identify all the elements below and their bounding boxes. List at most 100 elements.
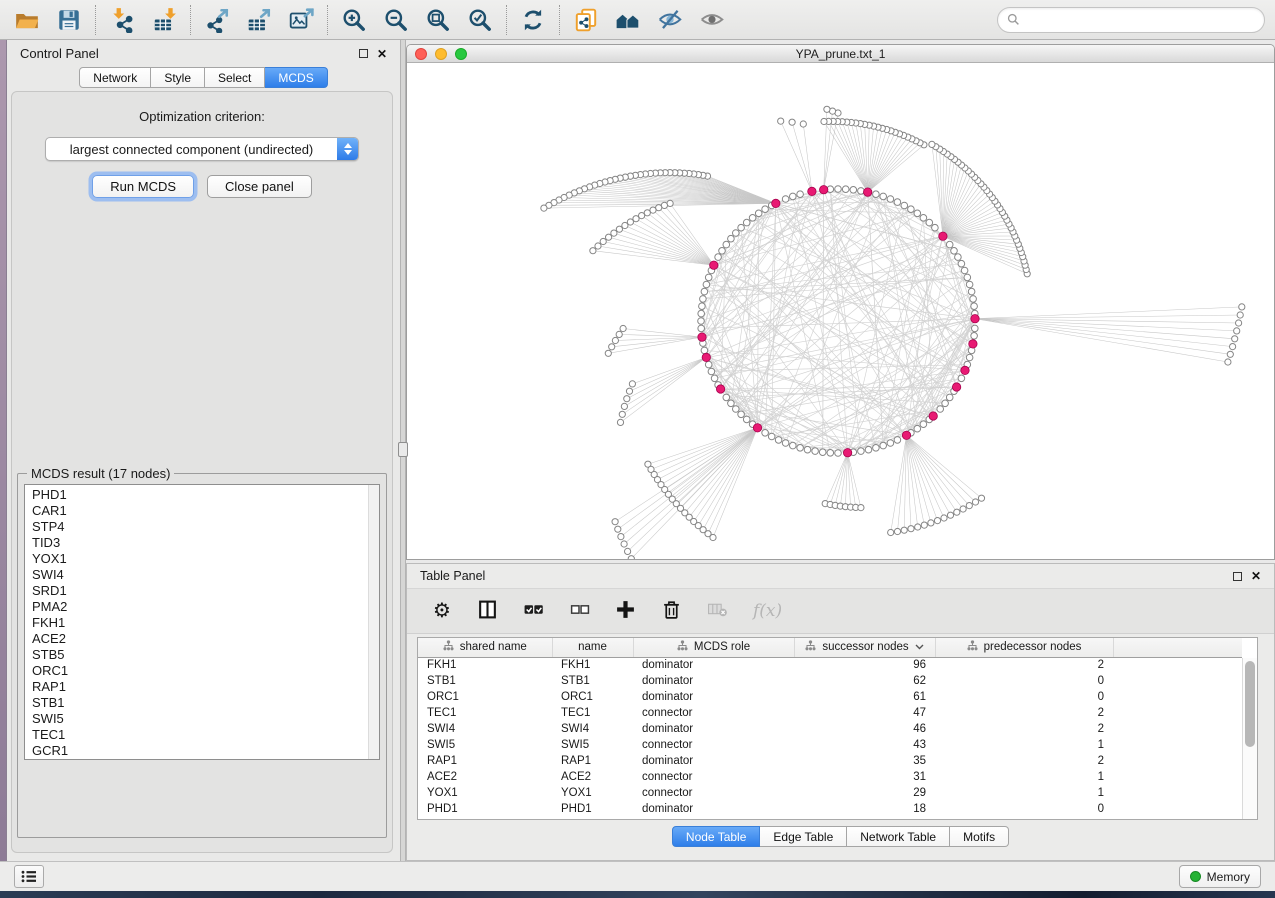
mcds-node[interactable] xyxy=(952,383,960,391)
mcds-node[interactable] xyxy=(961,366,969,374)
hide-selected-button[interactable] xyxy=(657,7,683,33)
tab-node-table[interactable]: Node Table xyxy=(672,826,761,847)
cell-successor-nodes[interactable]: 31 xyxy=(794,769,935,785)
export-image-button[interactable] xyxy=(288,7,314,33)
mcds-node[interactable] xyxy=(753,424,761,432)
float-panel-icon[interactable] xyxy=(359,49,368,58)
mcds-node[interactable] xyxy=(939,232,947,240)
panel-splitter[interactable] xyxy=(400,40,406,861)
cell-predecessor-nodes[interactable]: 1 xyxy=(935,769,1113,785)
memory-button[interactable]: Memory xyxy=(1179,865,1261,888)
select-all-button[interactable] xyxy=(523,599,544,623)
task-history-button[interactable] xyxy=(14,865,44,888)
mcds-result-item[interactable]: STP4 xyxy=(32,519,365,535)
cell-successor-nodes[interactable]: 35 xyxy=(794,753,935,769)
cell-successor-nodes[interactable]: 96 xyxy=(794,657,935,673)
cell-name[interactable]: SWI4 xyxy=(552,721,633,737)
import-table-button[interactable] xyxy=(151,7,177,33)
mcds-node[interactable] xyxy=(971,315,979,323)
splitter-handle[interactable] xyxy=(398,442,408,457)
cell-name[interactable]: ACE2 xyxy=(552,769,633,785)
cell-MCDS-role[interactable]: connector xyxy=(633,769,794,785)
search-input[interactable] xyxy=(1025,13,1255,27)
mcds-result-item[interactable]: SRD1 xyxy=(32,583,365,599)
cell-shared-name[interactable]: RAP1 xyxy=(418,753,552,769)
network-window-titlebar[interactable]: YPA_prune.txt_1 xyxy=(407,45,1274,63)
mcds-node[interactable] xyxy=(716,385,724,393)
table-row[interactable]: SWI5SWI5connector431 xyxy=(418,737,1242,753)
cell-predecessor-nodes[interactable]: 1 xyxy=(935,785,1113,801)
mcds-node[interactable] xyxy=(864,188,872,196)
cell-predecessor-nodes[interactable]: 2 xyxy=(935,657,1113,673)
zoom-out-button[interactable] xyxy=(383,7,409,33)
save-button[interactable] xyxy=(56,7,82,33)
cell-shared-name[interactable]: SWI5 xyxy=(418,737,552,753)
mcds-result-item[interactable]: PHD1 xyxy=(32,487,365,503)
table-row[interactable]: ACE2ACE2connector311 xyxy=(418,769,1242,785)
mcds-node[interactable] xyxy=(710,261,718,269)
zoom-fit-button[interactable] xyxy=(425,7,451,33)
close-panel-button[interactable]: Close panel xyxy=(207,175,312,198)
cell-MCDS-role[interactable]: dominator xyxy=(633,801,794,817)
mcds-result-item[interactable]: RAP1 xyxy=(32,679,365,695)
column-header-name[interactable]: name xyxy=(552,638,633,657)
mcds-result-item[interactable]: GCR1 xyxy=(32,743,365,759)
column-header-shared-name[interactable]: shared name xyxy=(418,638,552,657)
cell-shared-name[interactable]: PHD1 xyxy=(418,801,552,817)
cell-successor-nodes[interactable]: 43 xyxy=(794,737,935,753)
delete-button[interactable] xyxy=(661,599,682,623)
column-header-predecessor-nodes[interactable]: predecessor nodes xyxy=(935,638,1113,657)
cell-MCDS-role[interactable]: dominator xyxy=(633,689,794,705)
tab-mcds[interactable]: MCDS xyxy=(265,67,327,88)
cell-predecessor-nodes[interactable]: 2 xyxy=(935,721,1113,737)
first-neighbors-button[interactable] xyxy=(615,7,641,33)
optimization-criterion-select[interactable]: largest connected component (undirected) xyxy=(45,137,359,161)
table-scrollbar-thumb[interactable] xyxy=(1245,661,1255,747)
table-scrollbar-track[interactable] xyxy=(1242,658,1257,819)
cell-predecessor-nodes[interactable]: 2 xyxy=(935,705,1113,721)
add-button[interactable] xyxy=(615,599,636,623)
cell-successor-nodes[interactable]: 47 xyxy=(794,705,935,721)
cell-successor-nodes[interactable]: 18 xyxy=(794,801,935,817)
tab-network-table[interactable]: Network Table xyxy=(847,826,950,847)
minimize-window-button[interactable] xyxy=(435,48,447,60)
clone-network-button[interactable] xyxy=(573,7,599,33)
table-row[interactable]: TEC1TEC1connector472 xyxy=(418,705,1242,721)
mcds-result-item[interactable]: PMA2 xyxy=(32,599,365,615)
cell-successor-nodes[interactable]: 62 xyxy=(794,673,935,689)
sort-chevron-icon[interactable] xyxy=(915,641,924,653)
table-row[interactable]: PHD1PHD1dominator180 xyxy=(418,801,1242,817)
show-all-button[interactable] xyxy=(699,7,725,33)
cell-shared-name[interactable]: FKH1 xyxy=(418,657,552,673)
close-table-panel-icon[interactable]: ✕ xyxy=(1251,570,1261,582)
table-row[interactable]: YOX1YOX1connector291 xyxy=(418,785,1242,801)
mcds-node[interactable] xyxy=(698,333,706,341)
mcds-result-item[interactable]: TEC1 xyxy=(32,727,365,743)
cell-shared-name[interactable]: STB1 xyxy=(418,673,552,689)
run-mcds-button[interactable]: Run MCDS xyxy=(92,175,194,198)
export-table-button[interactable] xyxy=(246,7,272,33)
table-row[interactable]: ORC1ORC1dominator610 xyxy=(418,689,1242,705)
table-row[interactable]: RAP1RAP1dominator352 xyxy=(418,753,1242,769)
cell-MCDS-role[interactable]: dominator xyxy=(633,673,794,689)
mcds-result-item[interactable]: STB5 xyxy=(32,647,365,663)
cell-shared-name[interactable]: YOX1 xyxy=(418,785,552,801)
mcds-node[interactable] xyxy=(929,412,937,420)
cell-predecessor-nodes[interactable]: 2 xyxy=(935,753,1113,769)
column-header-MCDS-role[interactable]: MCDS role xyxy=(633,638,794,657)
cell-predecessor-nodes[interactable]: 0 xyxy=(935,689,1113,705)
cell-MCDS-role[interactable]: dominator xyxy=(633,721,794,737)
mcds-node[interactable] xyxy=(902,431,910,439)
cell-shared-name[interactable]: TEC1 xyxy=(418,705,552,721)
mcds-node[interactable] xyxy=(969,340,977,348)
close-panel-icon[interactable]: ✕ xyxy=(377,48,387,60)
tab-select[interactable]: Select xyxy=(205,67,265,88)
cell-successor-nodes[interactable]: 61 xyxy=(794,689,935,705)
mcds-node[interactable] xyxy=(808,187,816,195)
table-row[interactable]: SWI4SWI4dominator462 xyxy=(418,721,1242,737)
mcds-node[interactable] xyxy=(702,353,710,361)
cell-predecessor-nodes[interactable]: 0 xyxy=(935,673,1113,689)
import-network-button[interactable] xyxy=(109,7,135,33)
zoom-selected-button[interactable] xyxy=(467,7,493,33)
cell-name[interactable]: ORC1 xyxy=(552,689,633,705)
